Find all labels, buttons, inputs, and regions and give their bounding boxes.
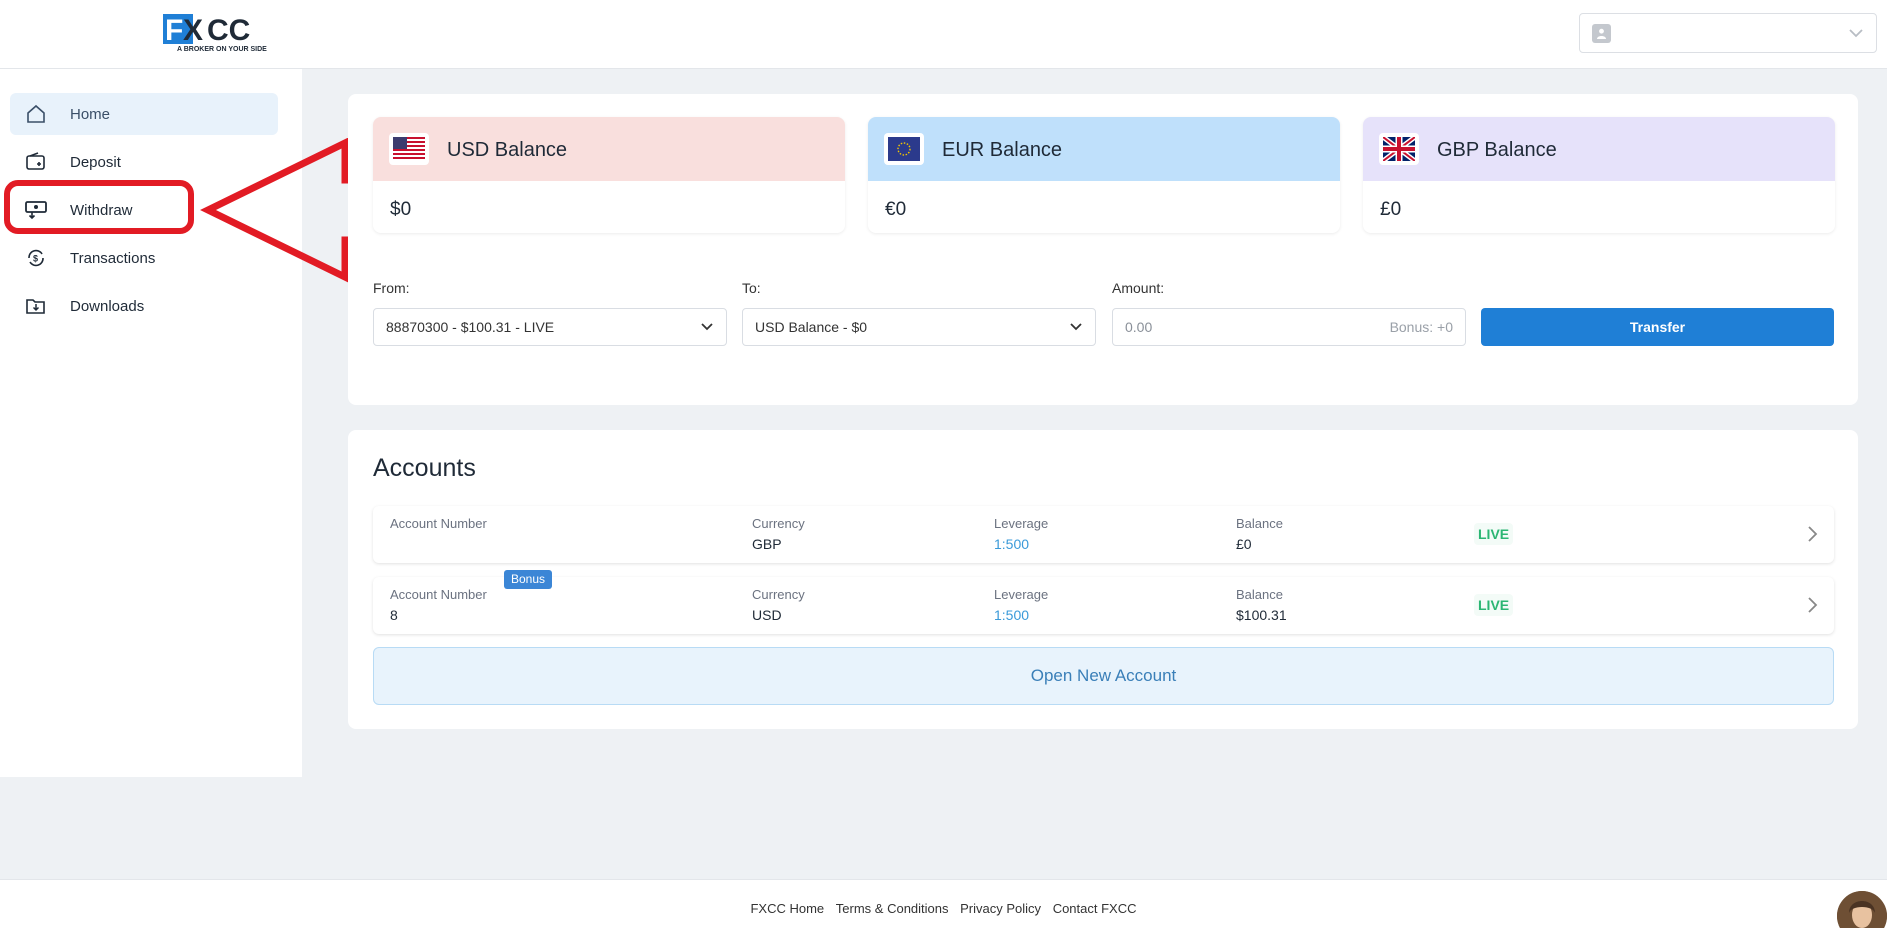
bonus-badge: Bonus xyxy=(504,570,553,589)
from-select-value: 88870300 - $100.31 - LIVE xyxy=(386,319,555,335)
withdraw-highlight-box xyxy=(4,180,194,234)
balance-value: £0 xyxy=(1380,199,1402,220)
chevron-down-icon xyxy=(1849,29,1863,38)
eu-flag-icon xyxy=(884,133,924,165)
to-label: To: xyxy=(742,280,761,296)
live-status-badge: LIVE xyxy=(1474,594,1514,616)
leverage-label: Leverage xyxy=(994,516,1049,531)
bonus-indicator: Bonus: +0 xyxy=(1389,319,1453,335)
home-icon xyxy=(27,104,45,123)
to-select-value: USD Balance - $0 xyxy=(755,319,868,335)
sidebar-item-label: Deposit xyxy=(70,154,121,171)
account-number-label: Account Number xyxy=(390,587,487,602)
account-row[interactable]: Account Number Bonus 8 Currency USD Leve… xyxy=(373,570,1834,634)
user-avatar-icon xyxy=(1592,24,1611,43)
chevron-down-icon xyxy=(1070,323,1082,331)
balance-value: $0 xyxy=(390,199,412,220)
leverage-value[interactable]: 1:500 xyxy=(994,536,1029,552)
transfer-button[interactable]: Transfer xyxy=(1481,308,1834,346)
currency-label: Currency xyxy=(752,516,805,531)
from-account-select[interactable]: 88870300 - $100.31 - LIVE xyxy=(373,308,727,346)
leverage-label: Leverage xyxy=(994,587,1049,602)
footer-link-contact[interactable]: Contact FXCC xyxy=(1053,901,1137,916)
svg-text:CC: CC xyxy=(207,14,250,47)
fxcc-logo[interactable]: F X CC A BROKER ON YOUR SIDE xyxy=(163,12,284,54)
balance-label: Balance xyxy=(1236,516,1283,531)
footer-link-privacy[interactable]: Privacy Policy xyxy=(960,901,1041,916)
svg-text:$: $ xyxy=(33,254,38,264)
sidebar-item-label: Transactions xyxy=(70,250,156,267)
footer-links: FXCC Home Terms & Conditions Privacy Pol… xyxy=(0,901,1887,916)
balance-transfer-card: USD Balance $0 EUR Balance €0 GBP Balanc… xyxy=(348,94,1858,405)
amount-input[interactable] xyxy=(1113,309,1383,345)
uk-flag-icon xyxy=(1379,133,1419,165)
accounts-card: Accounts Account Number Currency GBP Lev… xyxy=(348,430,1858,729)
us-flag-icon xyxy=(389,133,429,165)
accounts-title: Accounts xyxy=(373,454,476,482)
gbp-balance-card: GBP Balance £0 xyxy=(1363,117,1835,233)
account-number-label: Account Number xyxy=(390,516,487,531)
balance-title: EUR Balance xyxy=(942,139,1063,161)
account-number-value: 8 xyxy=(390,607,398,623)
sidebar-item-downloads[interactable]: Downloads xyxy=(10,285,278,327)
svg-text:A BROKER ON YOUR SIDE: A BROKER ON YOUR SIDE xyxy=(177,46,267,53)
svg-text:X: X xyxy=(183,14,203,47)
chevron-down-icon xyxy=(701,323,713,331)
amount-label: Amount: xyxy=(1112,280,1165,296)
balance-title: GBP Balance xyxy=(1437,139,1557,161)
balance-value: $100.31 xyxy=(1236,607,1287,623)
user-menu-dropdown[interactable] xyxy=(1579,13,1877,53)
live-status-badge: LIVE xyxy=(1474,523,1514,545)
open-new-account-button[interactable]: Open New Account xyxy=(373,647,1834,705)
sidebar-item-label: Downloads xyxy=(70,298,145,315)
balance-label: Balance xyxy=(1236,587,1283,602)
currency-label: Currency xyxy=(752,587,805,602)
currency-value: USD xyxy=(752,607,782,623)
amount-field[interactable]: Bonus: +0 xyxy=(1112,308,1466,346)
footer: FXCC Home Terms & Conditions Privacy Pol… xyxy=(0,879,1887,928)
sidebar-item-label: Home xyxy=(70,106,111,123)
account-row[interactable]: Account Number Currency GBP Leverage 1:5… xyxy=(373,506,1834,563)
footer-link-terms[interactable]: Terms & Conditions xyxy=(836,901,949,916)
svg-text:F: F xyxy=(165,14,183,47)
balance-value: £0 xyxy=(1236,536,1252,552)
transactions-icon: $ xyxy=(28,249,44,267)
usd-balance-card: USD Balance $0 xyxy=(373,117,845,233)
chevron-right-icon[interactable] xyxy=(1806,525,1818,543)
sidebar-item-home[interactable]: Home xyxy=(10,93,278,135)
to-account-select[interactable]: USD Balance - $0 xyxy=(742,308,1096,346)
top-header: F X CC A BROKER ON YOUR SIDE xyxy=(0,0,1887,69)
chevron-right-icon[interactable] xyxy=(1806,596,1818,614)
balance-value: €0 xyxy=(885,199,907,220)
footer-link-home[interactable]: FXCC Home xyxy=(750,901,824,916)
leverage-value[interactable]: 1:500 xyxy=(994,607,1029,623)
balance-title: USD Balance xyxy=(447,139,568,161)
download-folder-icon xyxy=(26,299,45,314)
eur-balance-card: EUR Balance €0 xyxy=(868,117,1340,233)
wallet-icon xyxy=(26,152,45,170)
currency-value: GBP xyxy=(752,536,782,552)
from-label: From: xyxy=(373,280,410,296)
